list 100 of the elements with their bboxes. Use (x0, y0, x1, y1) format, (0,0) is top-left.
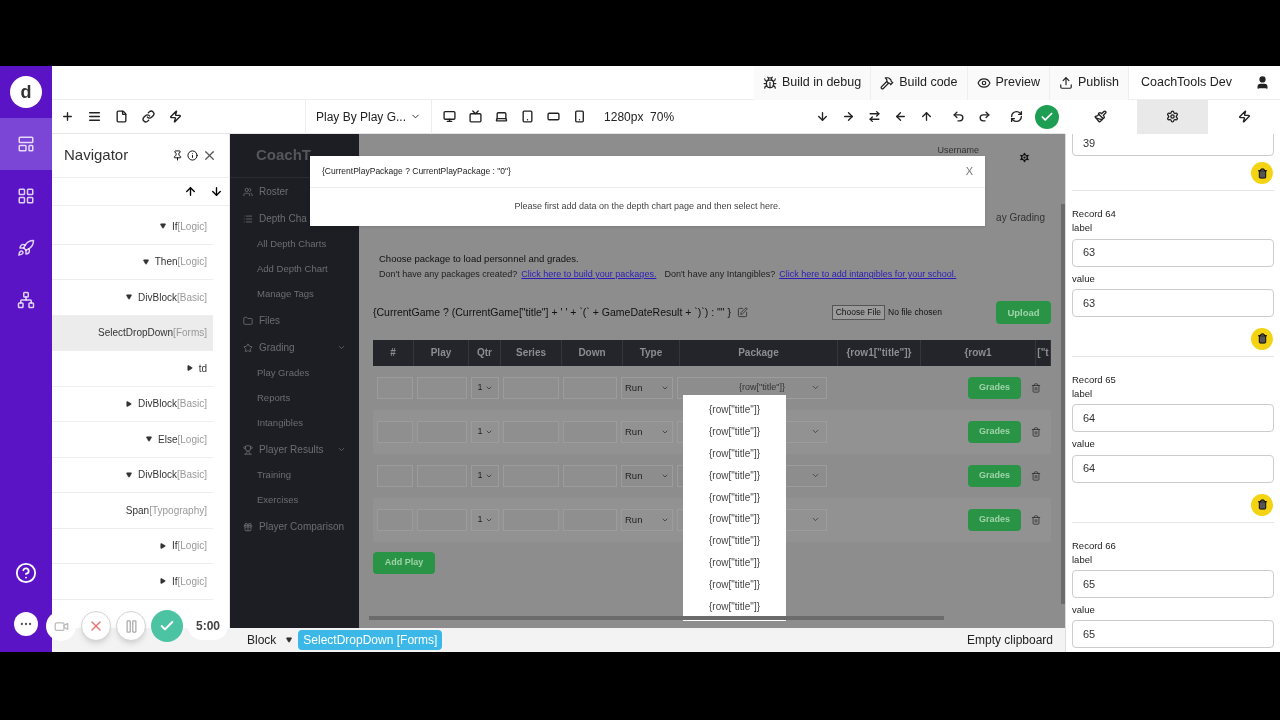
users-icon (243, 186, 253, 197)
toolbar-button[interactable]: Build code (871, 65, 968, 100)
type-select[interactable]: Run (621, 376, 673, 399)
caret-right-icon[interactable] (159, 542, 166, 549)
column-header: {row1["title"]} (838, 339, 921, 366)
breadcrumb-item[interactable]: Block (247, 631, 277, 649)
brand-name: CoachT (256, 145, 311, 166)
tablet-landscape-icon (546, 110, 560, 123)
trash-icon (1256, 499, 1268, 510)
list-icon (243, 213, 253, 224)
dropdown-option[interactable]: {row["title"]} (683, 551, 786, 574)
settings-icon[interactable] (1018, 151, 1031, 164)
value-field[interactable]: 64 (1072, 454, 1274, 483)
intro-text: Choose package to load personnel and grades. (379, 252, 580, 266)
trophy-icon (243, 444, 253, 455)
username-label: Username (937, 144, 979, 157)
field-label: value (1072, 271, 1096, 286)
column-header: Series (501, 339, 562, 366)
bolt-icon (1237, 110, 1251, 123)
caret-right-icon[interactable] (186, 365, 193, 372)
dropdown-option[interactable]: {row["title"]} (683, 399, 786, 421)
modal-message: Please first add data on the depth chart page and then select here. (514, 200, 781, 214)
caret-right-icon[interactable] (159, 578, 166, 585)
trash-icon[interactable] (1031, 470, 1041, 481)
quarter-select[interactable]: 1 (471, 376, 499, 399)
page-select[interactable]: Play By Play G... (305, 99, 433, 134)
tree-item[interactable]: SelectDropDown[Forms] (52, 315, 213, 351)
value-field[interactable]: 65 (1072, 620, 1274, 649)
caret-right-icon[interactable] (126, 400, 133, 407)
toolbar-button[interactable]: Preview (967, 65, 1050, 100)
dropdown-option[interactable]: {row["title"]} (683, 573, 786, 596)
value-field[interactable]: 63 (1072, 288, 1274, 317)
type-select[interactable]: Run (621, 420, 673, 443)
quarter-select[interactable]: 1 (471, 508, 499, 531)
value-field[interactable]: 39 (1072, 134, 1274, 156)
choose-file-button[interactable]: Choose File (831, 305, 885, 321)
trash-icon[interactable] (1031, 426, 1041, 437)
dropdown-option[interactable]: {row["title"]} (683, 508, 786, 530)
panel-tab[interactable] (1136, 99, 1209, 134)
column-header: Package (680, 339, 838, 366)
move-down-icon (209, 184, 223, 198)
record-title: Record 66 (1072, 538, 1117, 553)
caret-down-icon[interactable] (159, 223, 166, 230)
field-label: label (1072, 221, 1094, 236)
close-button[interactable]: X (965, 163, 973, 180)
dropdown-option[interactable]: {row["title"]} (683, 595, 786, 617)
help-icon[interactable] (15, 562, 37, 584)
delete-button[interactable] (1251, 327, 1273, 350)
grid-icon (17, 187, 35, 205)
refresh-icon (1009, 110, 1023, 123)
delete-button[interactable] (1251, 162, 1273, 184)
brush-icon (1094, 110, 1108, 123)
type-select[interactable]: Run (621, 464, 673, 487)
dropdown-option[interactable]: {row["title"]} (683, 420, 786, 443)
record-title: Record 65 (1072, 372, 1117, 387)
save-check-button[interactable] (1035, 104, 1059, 129)
trash-icon[interactable] (1031, 514, 1041, 525)
delete-button[interactable] (1251, 493, 1273, 516)
value-field[interactable]: 65 (1072, 570, 1274, 598)
account-button[interactable]: CoachTools Dev (1129, 65, 1244, 100)
sidebar-nav-button[interactable] (0, 118, 52, 170)
dropdown-option[interactable]: {row["title"]} (683, 529, 786, 552)
dropdown-option[interactable]: {row["title"]} (683, 442, 786, 465)
link-icon (141, 110, 155, 123)
laptop-icon (494, 110, 508, 123)
trash-icon[interactable] (1031, 382, 1041, 393)
dropdown-option[interactable]: {row["title"]} (683, 464, 786, 487)
panel-title: Navigator (64, 145, 130, 166)
value-field[interactable]: 64 (1072, 404, 1274, 433)
arrow-right-icon (841, 110, 855, 123)
caret-down-icon[interactable] (142, 258, 149, 265)
column-header: {row1 (921, 339, 1036, 366)
toolbar-button[interactable]: Publish (1050, 65, 1129, 100)
swap-icon (867, 110, 881, 123)
monitor-icon (442, 110, 456, 123)
caret-down-icon[interactable] (126, 294, 133, 301)
help-text: Don't have any packages created? (379, 268, 518, 282)
field-label: label (1072, 387, 1094, 401)
tab-label[interactable]: ay Grading (996, 210, 1045, 225)
toolbar-button[interactable]: Build in debug (753, 65, 872, 100)
chat-button[interactable] (14, 612, 38, 636)
edit-icon[interactable] (736, 307, 748, 319)
column-header: # (373, 339, 414, 366)
monitor-icon (468, 110, 482, 123)
value-field[interactable]: 63 (1072, 238, 1274, 267)
pin-icon[interactable] (172, 150, 183, 161)
chevron-down-icon (337, 343, 346, 352)
caret-down-icon[interactable] (126, 471, 133, 478)
caret-down-icon[interactable] (146, 436, 153, 443)
trash-icon (1256, 167, 1268, 179)
dropdown-option[interactable]: {row["title"]} (683, 486, 786, 508)
type-select[interactable]: Run (621, 508, 673, 531)
quarter-select[interactable]: 1 (471, 464, 499, 487)
info-icon[interactable] (187, 150, 198, 161)
quarter-select[interactable]: 1 (471, 420, 499, 443)
field-label: label (1072, 552, 1094, 567)
app-logo[interactable]: d (10, 76, 42, 108)
close-icon[interactable] (202, 148, 217, 163)
add-icon (60, 110, 74, 123)
clipboard-status: Empty clipboard (966, 632, 1053, 649)
